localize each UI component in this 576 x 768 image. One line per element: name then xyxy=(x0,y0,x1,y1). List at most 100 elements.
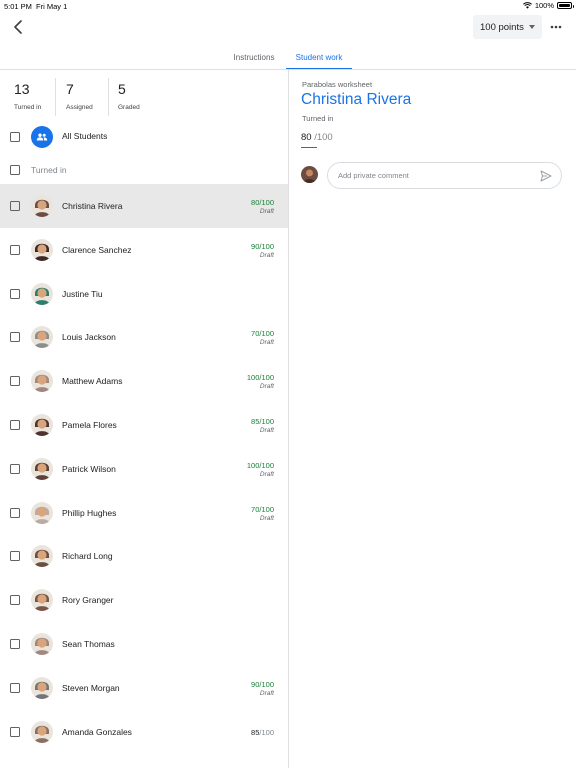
turned-in-checkbox[interactable] xyxy=(10,165,20,175)
grade-value: 85/100 xyxy=(251,416,274,426)
student-row[interactable]: Pamela Flores 85/100 Draft xyxy=(0,403,288,447)
avatar xyxy=(31,413,53,436)
draft-label: Draft xyxy=(259,383,274,391)
student-name: Amanda Gonzales xyxy=(62,726,132,737)
tab-student-work[interactable]: Student work xyxy=(286,44,352,70)
draft-label: Draft xyxy=(259,514,274,522)
grade-value: 100/100 xyxy=(246,373,274,383)
wifi-icon xyxy=(522,2,532,9)
selected-student-name: Christina Rivera xyxy=(301,91,412,108)
all-students-row[interactable]: All Students xyxy=(0,122,288,154)
points-dropdown[interactable]: 100 points xyxy=(473,15,542,39)
grade-value: 80 xyxy=(301,132,312,143)
status-right: 100% xyxy=(522,1,574,10)
grade-value: 70/100 xyxy=(251,504,274,514)
comment-placeholder: Add private comment xyxy=(338,171,409,180)
grade-underline xyxy=(301,147,317,148)
student-checkbox[interactable] xyxy=(10,638,20,649)
avatar xyxy=(31,238,53,261)
student-checkbox[interactable] xyxy=(10,682,20,693)
avatar xyxy=(31,676,53,699)
grade-value: 80/100 xyxy=(251,198,274,207)
assignment-title: Parabolas worksheet xyxy=(302,80,373,89)
student-name: Richard Long xyxy=(62,551,113,562)
student-row[interactable]: Amanda Gonzales 85/100 xyxy=(0,710,288,754)
grade-denominator: /100 xyxy=(314,132,333,143)
more-options-button[interactable] xyxy=(546,16,566,38)
student-row[interactable]: Sean Thomas xyxy=(0,622,288,666)
student-checkbox[interactable] xyxy=(10,726,20,737)
student-grade: 80/100 Draft xyxy=(251,198,274,216)
student-checkbox[interactable] xyxy=(10,595,20,606)
all-students-checkbox[interactable] xyxy=(10,132,20,142)
student-list: Christina Rivera 80/100 Draft Clarence Sanc… xyxy=(0,184,288,753)
draft-label: Draft xyxy=(259,689,274,697)
draft-label: Draft xyxy=(259,339,274,347)
student-name: Patrick Wilson xyxy=(62,463,116,474)
student-grade: 70/100 Draft xyxy=(251,505,274,523)
send-icon[interactable] xyxy=(540,170,552,182)
student-row[interactable]: Richard Long xyxy=(0,534,288,578)
status-time: 5:01 PM xyxy=(4,2,32,11)
student-checkbox[interactable] xyxy=(10,332,20,343)
student-checkbox[interactable] xyxy=(10,507,20,518)
points-value: 100 points xyxy=(480,21,524,33)
stat-assigned-label: Assigned xyxy=(66,104,93,111)
student-name: Justine Tiu xyxy=(62,288,103,299)
all-students-avatar xyxy=(31,126,53,148)
student-checkbox[interactable] xyxy=(10,288,20,299)
student-checkbox[interactable] xyxy=(10,376,20,387)
more-icon xyxy=(550,25,562,29)
student-checkbox[interactable] xyxy=(10,551,20,562)
student-name: Sean Thomas xyxy=(62,638,115,649)
stats-row: 13 Turned in 7 Assigned 5 Graded xyxy=(0,70,288,116)
student-grade: 70/100 Draft xyxy=(251,329,274,347)
student-row[interactable]: Matthew Adams 100/100 Draft xyxy=(0,359,288,403)
grade-field[interactable]: 80 /100 xyxy=(301,132,333,143)
stat-graded-value: 5 xyxy=(118,81,126,97)
stat-assigned-value: 7 xyxy=(66,81,74,97)
tab-bar: Instructions Student work xyxy=(0,44,576,70)
student-row[interactable]: Phillip Hughes 70/100 Draft xyxy=(0,491,288,535)
student-row[interactable]: Justine Tiu xyxy=(0,272,288,316)
avatar xyxy=(31,195,53,217)
private-comment-input[interactable]: Add private comment xyxy=(327,162,562,189)
student-row[interactable]: Patrick Wilson 100/100 Draft xyxy=(0,447,288,491)
stat-turned-in-label: Turned in xyxy=(14,104,42,111)
student-checkbox[interactable] xyxy=(10,463,20,474)
student-checkbox[interactable] xyxy=(10,201,20,211)
tab-instructions[interactable]: Instructions xyxy=(224,44,284,70)
battery-percent: 100% xyxy=(534,1,554,10)
draft-label: Draft xyxy=(259,470,274,478)
stat-separator xyxy=(55,78,56,116)
grade-value: 90/100 xyxy=(251,679,274,689)
stat-turned-in-value: 13 xyxy=(14,81,30,97)
student-checkbox[interactable] xyxy=(10,244,20,255)
avatar xyxy=(31,282,53,305)
back-arrow-icon xyxy=(14,20,22,34)
student-list-pane: 13 Turned in 7 Assigned 5 Graded All Stu… xyxy=(0,70,288,768)
student-name: Steven Morgan xyxy=(62,682,120,693)
grade-denominator: /100 xyxy=(259,727,274,737)
comment-avatar-image xyxy=(301,166,318,183)
avatar xyxy=(31,501,53,524)
back-button[interactable] xyxy=(8,17,28,37)
status-bar: 5:01 PM Fri May 1 100% xyxy=(0,0,576,13)
stat-graded-label: Graded xyxy=(118,104,140,111)
student-name: Louis Jackson xyxy=(62,332,116,343)
student-grade: 85/100 xyxy=(251,728,274,737)
student-name: Christina Rivera xyxy=(62,201,123,211)
avatar xyxy=(31,720,53,743)
group-icon xyxy=(36,133,48,141)
student-row[interactable]: Clarence Sanchez 90/100 Draft xyxy=(0,228,288,272)
student-row[interactable]: Steven Morgan 90/100 Draft xyxy=(0,666,288,710)
student-name: Clarence Sanchez xyxy=(62,244,132,255)
student-row[interactable]: Louis Jackson 70/100 Draft xyxy=(0,315,288,359)
draft-label: Draft xyxy=(259,208,274,215)
student-row[interactable]: Christina Rivera 80/100 Draft xyxy=(0,184,288,228)
avatar xyxy=(31,632,53,655)
student-name: Rory Granger xyxy=(62,595,114,606)
student-checkbox[interactable] xyxy=(10,419,20,430)
student-row[interactable]: Rory Granger xyxy=(0,578,288,622)
dropdown-caret-icon xyxy=(529,25,535,29)
